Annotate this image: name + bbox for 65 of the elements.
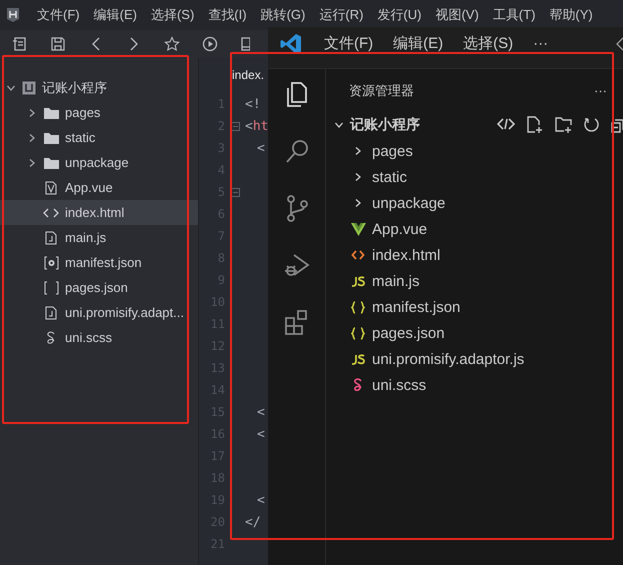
tree-item[interactable]: App.vue xyxy=(326,216,623,242)
tree-item[interactable]: unpackage xyxy=(326,190,623,216)
file-name: main.js xyxy=(372,272,420,290)
file-name: main.js xyxy=(65,230,106,245)
menu-item[interactable]: ··· xyxy=(523,35,558,52)
tree-item[interactable]: pages xyxy=(326,138,623,164)
tree-item[interactable]: manifest.json xyxy=(326,294,623,320)
file-name: pages xyxy=(372,142,413,160)
tree-item[interactable]: static xyxy=(326,164,623,190)
code-text: </ xyxy=(245,514,261,530)
tree-item[interactable]: manifest.json xyxy=(0,250,198,275)
tree-item[interactable]: uni.scss xyxy=(0,325,198,350)
tree-item[interactable]: pages xyxy=(0,100,198,125)
file-name: uni.promisify.adapt... xyxy=(65,305,184,320)
menu-item[interactable]: 视图(V) xyxy=(428,6,486,24)
menu-item[interactable]: 文件(F) xyxy=(314,34,384,53)
tree-item[interactable]: unpackage xyxy=(0,150,198,175)
file-name: uni.scss xyxy=(372,376,426,394)
file-name: manifest.json xyxy=(65,255,142,270)
tree-item[interactable]: pages.json xyxy=(0,275,198,300)
file-name: manifest.json xyxy=(372,298,460,316)
menu-item[interactable]: 选择(S) xyxy=(144,6,202,24)
tree-item[interactable]: uni.scss xyxy=(326,372,623,398)
file-name: uni.promisify.adaptor.js xyxy=(372,350,524,368)
tree-item[interactable]: main.js xyxy=(0,225,198,250)
folder-name[interactable]: 记账小程序 xyxy=(350,116,420,134)
tree-item[interactable]: App.vue xyxy=(0,175,198,200)
code-text: < xyxy=(256,140,265,156)
file-name: pages.json xyxy=(372,324,445,342)
code-text: < xyxy=(256,426,265,442)
tree-item[interactable]: static xyxy=(0,125,198,150)
tree-item[interactable]: main.js xyxy=(326,268,623,294)
project-name[interactable]: 记账小程序 xyxy=(42,78,107,96)
menu-item[interactable]: 跳转(G) xyxy=(254,6,312,24)
tree-item[interactable]: uni.promisify.adapt... xyxy=(0,300,198,325)
more-button[interactable]: ··· xyxy=(594,83,607,98)
file-name: pages.json xyxy=(65,280,128,295)
file-name: uni.scss xyxy=(65,330,112,345)
code-text: < xyxy=(256,492,265,508)
menu-item[interactable]: 编辑(E) xyxy=(383,34,454,53)
menu-item[interactable]: 文件(F) xyxy=(30,6,87,24)
file-name: index.html xyxy=(372,246,440,264)
file-name: unpackage xyxy=(65,155,129,170)
menu-item[interactable]: 运行(R) xyxy=(312,6,370,24)
file-name: App.vue xyxy=(372,220,428,238)
tree-item[interactable]: index.html xyxy=(326,242,623,268)
menu-item[interactable]: 工具(T) xyxy=(486,6,542,24)
menu-item[interactable]: 查找(I) xyxy=(201,6,254,24)
menu-item[interactable]: 发行(U) xyxy=(370,6,428,24)
file-name: App.vue xyxy=(65,180,113,195)
menu-item[interactable]: 编辑(E) xyxy=(86,6,144,24)
tree-item[interactable]: pages.json xyxy=(326,320,623,346)
menu-item[interactable]: 帮助(Y) xyxy=(542,6,600,24)
panel-title: 资源管理器 xyxy=(349,82,414,100)
file-name: static xyxy=(65,130,96,145)
file-name: index.html xyxy=(65,205,124,220)
file-name: pages xyxy=(65,105,100,120)
code-text: <! xyxy=(245,96,261,112)
tree-item[interactable]: index.html xyxy=(0,200,198,225)
file-name: unpackage xyxy=(372,194,446,212)
code-text: <ht xyxy=(245,118,268,134)
file-name: static xyxy=(372,168,408,186)
tree-item[interactable]: uni.promisify.adaptor.js xyxy=(326,346,623,372)
menu-item[interactable]: 选择(S) xyxy=(453,34,524,53)
code-text: < xyxy=(256,404,265,420)
